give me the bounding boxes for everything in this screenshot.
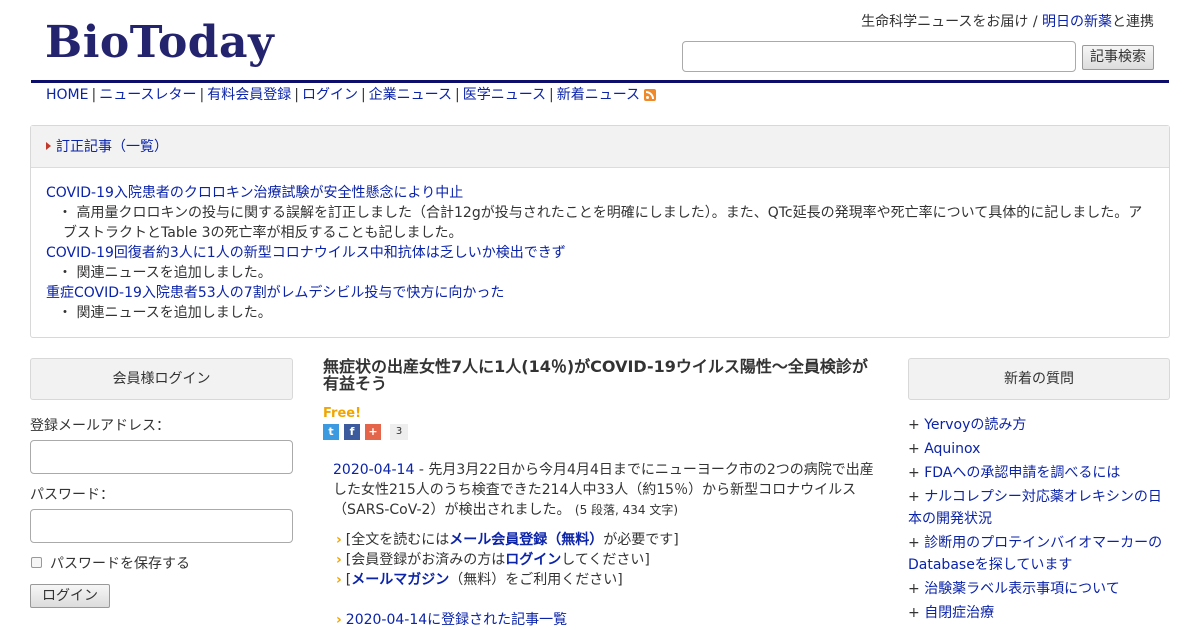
email-signup-link[interactable]: メール会員登録（無料） [449,532,603,548]
corrections-title[interactable]: 訂正記事（一覧） [46,138,168,156]
email-label: 登録メールアドレス： [30,418,170,434]
share-count: 3 [390,424,408,440]
list-item: + 治験薬ラベル表示事項について [908,581,1120,597]
login-button[interactable]: ログイン [30,584,110,608]
question-link[interactable]: 治験薬ラベル表示事項について [924,581,1120,597]
corrections-title-link[interactable]: 訂正記事（一覧） [56,139,168,155]
correction-note: ・ 関連ニュースを追加しました。 [58,305,272,321]
list-item: + 自閉症治療 [908,605,995,621]
password-field[interactable] [30,509,293,543]
summary-text: した女性215人のうち検査できた214人中33人（約15％）から新型コロナウイル… [333,482,857,498]
list-item: + Yervoyの読み方 [908,417,1027,433]
nav-company-news[interactable]: 企業ニュース [369,87,452,103]
remember-password-checkbox[interactable] [31,557,42,568]
login-notice: › [会員登録がお済みの方はログインしてください] [336,552,650,568]
newsletter-link[interactable]: メールマガジン [351,572,449,588]
correction-headline[interactable]: COVID-19回復者約3人に1人の新型コロナウイルス中和抗体は乏しいか検出でき… [46,245,566,261]
corrections-header [31,126,1169,168]
fulltext-notice: › [全文を読むにはメール会員登録（無料）が必要です] [336,532,679,548]
chevron-right-icon: › [336,552,342,568]
list-item: + FDAへの承認申請を調べるには [908,465,1121,481]
nav-latest-news[interactable]: 新着ニュース [557,87,640,103]
tagline-suffix: と連携 [1112,14,1154,30]
chevron-right-icon: › [336,612,342,628]
date-articles-item: › 2020-04-14に登録された記事一覧 [336,610,567,630]
search-input[interactable] [682,41,1076,72]
corrections-list: COVID-19入院患者のクロロキン治療試験が安全性懸念により中止 ・ 高用量ク… [46,183,1151,323]
article-login-link[interactable]: ログイン [505,552,561,568]
chevron-right-icon: › [336,572,342,588]
remember-password-label: パスワードを保存する [50,556,190,572]
tagline: 生命科学ニュースをお届け / 明日の新薬と連携 [861,12,1154,32]
summary-text: - 先月3月22日から今月4月4日までにニューヨーク市の2つの病院で出産 [414,462,874,478]
correction-headline[interactable]: COVID-19入院患者のクロロキン治療試験が安全性懸念により中止 [46,185,463,201]
tagline-text: 生命科学ニュースをお届け / [861,14,1042,30]
nav-newsletter[interactable]: ニュースレター [99,87,196,103]
site-logo[interactable]: BioToday [45,16,274,70]
nav-medical-news[interactable]: 医学ニュース [463,87,546,103]
correction-note: ・ 高用量クロロキンの投与に関する誤解を訂正しました（合計12gが投与されたこと… [58,205,1143,221]
question-link[interactable]: FDAへの承認申請を調べるには [924,465,1120,481]
article-title[interactable]: 無症状の出産女性7人に1人(14％)がCOVID-19ウイルス陽性～全員検診が … [323,358,888,392]
question-link[interactable]: Aquinox [924,441,980,457]
password-label: パスワード： [30,487,114,503]
question-link[interactable]: Yervoyの読み方 [924,417,1026,433]
correction-note: ・ 関連ニュースを追加しました。 [58,265,272,281]
questions-panel-title: 新着の質問 [908,358,1170,400]
nav-login[interactable]: ログイン [302,87,358,103]
rss-feed-icon[interactable] [644,89,657,101]
article-meta: (5 段落, 434 文字) [574,503,679,517]
tagline-partner-link[interactable]: 明日の新薬 [1042,14,1112,30]
correction-note: ブストラクトとTable 3の死亡率が相反することも記しました。 [63,225,463,241]
caret-right-icon [46,142,51,150]
article-title-line: 有益そう [323,374,388,393]
date-articles-link[interactable]: 2020-04-14に登録された記事一覧 [346,612,567,628]
twitter-share-icon[interactable]: t [323,424,339,440]
question-link[interactable]: 自閉症治療 [924,605,994,621]
main-nav: HOME | ニュースレター | 有料会員登録 | ログイン | 企業ニュース | 医学ニュース | 新… [46,86,657,104]
summary-text: （SARS-CoV-2）が検出されました。 [333,502,571,518]
newsletter-notice: › [メールマガジン（無料）をご利用ください] [336,572,623,588]
search-button[interactable]: 記事検索 [1082,45,1154,70]
nav-paid-signup[interactable]: 有料会員登録 [207,87,291,103]
login-panel-title: 会員様ログイン [30,358,293,400]
question-link[interactable]: ナルコレプシー対応薬オレキシンの日本の開発状況 [908,489,1162,527]
nav-home[interactable]: HOME [46,87,88,103]
list-item: + Aquinox [908,441,981,457]
facebook-share-icon[interactable]: f [344,424,360,440]
chevron-right-icon: › [336,532,342,548]
article-date-link[interactable]: 2020-04-14 [333,462,414,478]
list-item: + ナルコレプシー対応薬オレキシンの日本の開発状況 [908,489,1162,527]
email-field[interactable] [30,440,293,474]
article-summary: 2020-04-14 - 先月3月22日から今月4月4日までにニューヨーク市の2… [333,460,878,520]
list-item: + 診断用のプロテインバイオマーカーのDatabaseを探しています [908,535,1163,573]
google-plus-share-icon[interactable]: + [365,424,381,440]
corrections-box: 訂正記事（一覧） COVID-19入院患者のクロロキン治療試験が安全性懸念により… [30,125,1170,338]
article-title-line: 無症状の出産女性7人に1人(14％)がCOVID-19ウイルス陽性～全員検診が [323,357,868,376]
free-badge: Free! [323,406,362,421]
header-rule [31,80,1169,83]
question-link[interactable]: 診断用のプロテインバイオマーカーのDatabaseを探しています [908,535,1162,573]
questions-list: + Yervoyの読み方 + Aquinox + FDAへの承認申請を調べるには… [908,414,1170,626]
correction-headline[interactable]: 重症COVID-19入院患者53人の7割がレムデシビル投与で快方に向かった [46,285,504,301]
